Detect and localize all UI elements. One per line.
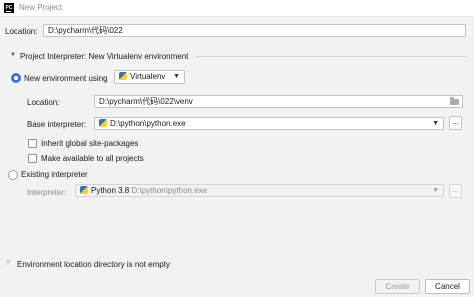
browse-folder-icon[interactable]: [450, 97, 459, 105]
interpreter-name: Python 3.8: [91, 186, 130, 195]
interpreter-section-title: Project Interpreter: New Virtualenv envi…: [20, 52, 189, 61]
environment-tool-dropdown[interactable]: Virtualenv ▼: [114, 70, 185, 84]
window-title: New Project: [19, 3, 63, 12]
pycharm-logo-icon: PC: [4, 3, 14, 13]
python-icon: [99, 119, 107, 127]
environment-tool-value: Virtualenv: [130, 72, 166, 81]
location-label: Location:: [5, 27, 38, 36]
make-available-label: Make available to all projects: [41, 154, 144, 163]
chevron-down-icon: ▼: [432, 187, 439, 194]
venv-location-value: D:\pycharm\代码\022\venv: [99, 97, 193, 106]
inherit-site-packages-label: Inherit global site-packages: [41, 139, 139, 148]
new-environment-radio[interactable]: [11, 73, 21, 83]
venv-location-field[interactable]: D:\pycharm\代码\022\venv: [94, 95, 463, 108]
warning-text: Environment location directory is not em…: [17, 260, 170, 269]
python-icon: [80, 186, 88, 194]
chevron-down-icon: ▼: [432, 120, 439, 127]
base-interpreter-value: D:\python\python.exe: [110, 119, 186, 128]
interpreter-label: Interpreter:: [27, 188, 67, 197]
new-environment-label: New environment using: [24, 74, 108, 83]
create-button[interactable]: Create: [375, 279, 420, 294]
title-bar: PC New Project: [0, 0, 474, 17]
python-icon: [119, 72, 127, 80]
existing-interpreter-radio[interactable]: [8, 170, 18, 180]
existing-interpreter-select[interactable]: Python 3.8 D:\python\python.exe ▼: [75, 184, 444, 197]
chevron-down-icon: ▼: [173, 73, 180, 80]
location-value: D:\pycharm\代码\022: [48, 26, 123, 35]
interpreter-path: D:\python\python.exe: [131, 186, 208, 195]
make-available-checkbox[interactable]: [28, 154, 37, 163]
warning-lightning-icon: ⚡: [5, 257, 12, 267]
browse-existing-interpreter-button[interactable]: ...: [449, 184, 462, 198]
browse-base-interpreter-button[interactable]: ...: [449, 116, 462, 130]
base-interpreter-label: Base interpreter:: [27, 120, 87, 129]
cancel-button[interactable]: Cancel: [425, 279, 470, 294]
venv-location-label: Location:: [27, 98, 60, 107]
inherit-site-packages-checkbox[interactable]: [28, 139, 37, 148]
existing-interpreter-label: Existing interpreter: [21, 170, 88, 179]
location-field[interactable]: D:\pycharm\代码\022: [43, 24, 466, 37]
collapse-arrow-icon[interactable]: ▼: [10, 52, 16, 58]
section-divider: [196, 56, 466, 57]
base-interpreter-select[interactable]: D:\python\python.exe ▼: [94, 117, 444, 130]
